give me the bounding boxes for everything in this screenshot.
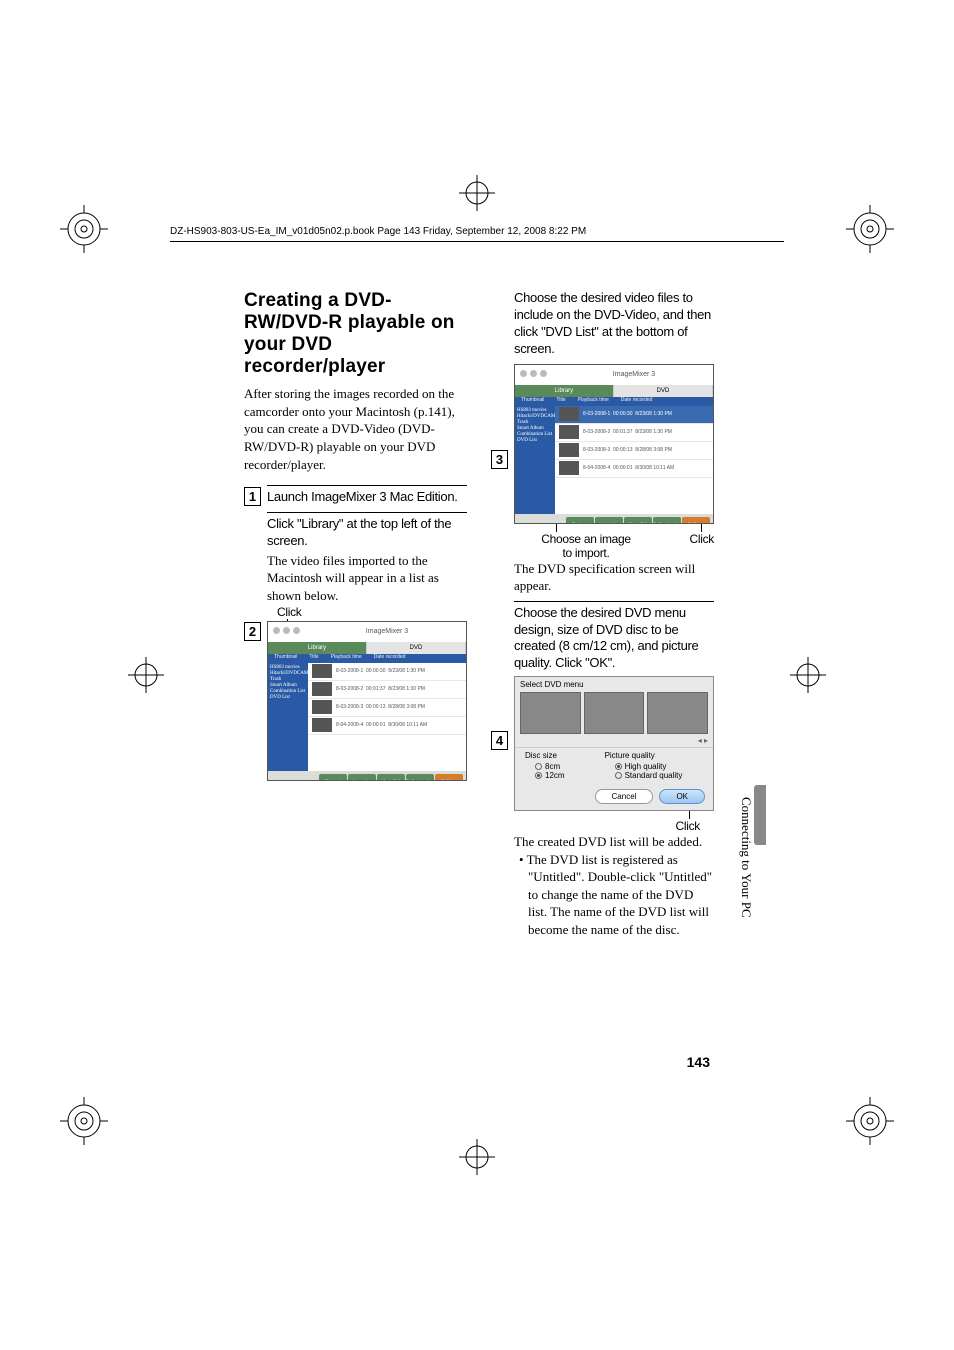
cancel-button: Cancel (595, 789, 654, 804)
step-3-sub: The DVD specification screen will appear… (514, 560, 714, 595)
step-4: 4 Choose the desired DVD menu design, si… (491, 601, 714, 939)
ok-button: OK (659, 789, 705, 804)
register-mb (459, 1139, 495, 1175)
step-2-lead: Click "Library" at the top left of the s… (267, 516, 467, 550)
step-2: 2 Click "Library" at the top left of the… (244, 512, 467, 780)
cropmark-tr (846, 205, 894, 253)
side-tab (754, 785, 766, 845)
cropmark-tl (60, 205, 108, 253)
screenshot-select: ImageMixer 3 Library DVD ThumbnailTitleP… (514, 364, 714, 524)
cropmark-br (846, 1097, 894, 1145)
dvd-menu-dialog: Select DVD menu ◂ ▸ Disc size 8cm 12cm P… (514, 676, 714, 811)
right-column: 3 Choose the desired video files to incl… (491, 290, 714, 945)
step-number: 3 (491, 450, 508, 469)
click-callout: Click (277, 605, 302, 619)
shot-btn: To Combination List (406, 774, 434, 781)
click-callout: Click (676, 819, 701, 833)
list-item: 8-03-2008-2 00:01:37 8/23/08 1:30 PM (308, 681, 466, 699)
step-1: 1 Launch ImageMixer 3 Mac Edition. (244, 485, 467, 506)
page-title: Creating a DVD-RW/DVD-R playable on your… (244, 290, 467, 377)
step-4-bullet: • The DVD list is registered as "Untitle… (514, 851, 714, 939)
page-content: Creating a DVD-RW/DVD-R playable on your… (244, 290, 714, 945)
step-3-lead: Choose the desired video files to includ… (514, 290, 714, 358)
tab-dvd: DVD (367, 642, 466, 654)
step-1-text: Launch ImageMixer 3 Mac Edition. (267, 489, 467, 506)
register-mt (459, 175, 495, 211)
cropmark-bl (60, 1097, 108, 1145)
disc-size-label: Disc size (525, 751, 565, 760)
tab-library: Library (515, 385, 614, 397)
section-label: Connecting to Your PC (738, 797, 754, 918)
list-item: 8-04-2008-4 00:00:01 8/30/08 10:11 AM (308, 717, 466, 735)
shot-btn-dvdlist: DVD List (435, 774, 463, 781)
step-3: 3 Choose the desired video files to incl… (491, 290, 714, 595)
list-item: 8-03-2008-1 00:00:30 8/23/08 1:30 PM (308, 663, 466, 681)
register-ml (128, 657, 164, 693)
picture-quality-group: Picture quality High quality Standard qu… (605, 751, 683, 780)
pq-label: Picture quality (605, 751, 683, 760)
arrows-icon: ◂ ▸ (515, 734, 713, 747)
step-number: 2 (244, 622, 261, 641)
shot-sidebar: HS803 moviesHitachi/DVDCAMTrashSmart Alb… (515, 406, 555, 514)
tab-library: Library (268, 642, 367, 654)
step-4-lead: Choose the desired DVD menu design, size… (514, 605, 714, 673)
intro-text: After storing the images recorded on the… (244, 385, 467, 473)
step-2-sub: The video files imported to the Macintos… (267, 552, 467, 605)
shot-list: 8-03-2008-1 00:00:30 8/23/08 1:30 PM 8-0… (555, 406, 713, 514)
click-callout: Click (690, 532, 715, 546)
page-number: 143 (687, 1054, 710, 1070)
shot-btn: Information (348, 774, 376, 781)
list-item: 8-03-2008-3 00:00:13 8/28/08 3:08 PM (308, 699, 466, 717)
shot-btn: Movie Edit (377, 774, 405, 781)
dialog-title: Select DVD menu (515, 677, 713, 692)
header-text: DZ-HS903-803-US-Ea_IM_v01d05n02.p.book P… (170, 226, 586, 237)
step-4-sub: The created DVD list will be added. (514, 833, 714, 851)
radio-12cm (535, 772, 542, 779)
radio-high (615, 763, 622, 770)
choose-callout: Choose an image to import. (536, 532, 636, 560)
running-header: DZ-HS903-803-US-Ea_IM_v01d05n02.p.book P… (170, 226, 784, 242)
shot-sidebar: HS803 moviesHitachi/DVDCAMTrashSmart Alb… (268, 663, 308, 771)
step-number: 4 (491, 731, 508, 750)
radio-8cm (535, 763, 542, 770)
radio-standard (615, 772, 622, 779)
register-mr (790, 657, 826, 693)
step-number: 1 (244, 487, 261, 506)
shot-btn: Playback (319, 774, 347, 781)
screenshot-library: ImageMixer 3 Library DVD ThumbnailTitleP… (267, 621, 467, 781)
shot-list: 8-03-2008-1 00:00:30 8/23/08 1:30 PM 8-0… (308, 663, 466, 771)
tab-dvd: DVD (614, 385, 713, 397)
shot-title: ImageMixer 3 (308, 622, 466, 642)
left-column: Creating a DVD-RW/DVD-R playable on your… (244, 290, 467, 945)
shot-title: ImageMixer 3 (555, 365, 713, 385)
disc-size-group: Disc size 8cm 12cm (525, 751, 565, 780)
